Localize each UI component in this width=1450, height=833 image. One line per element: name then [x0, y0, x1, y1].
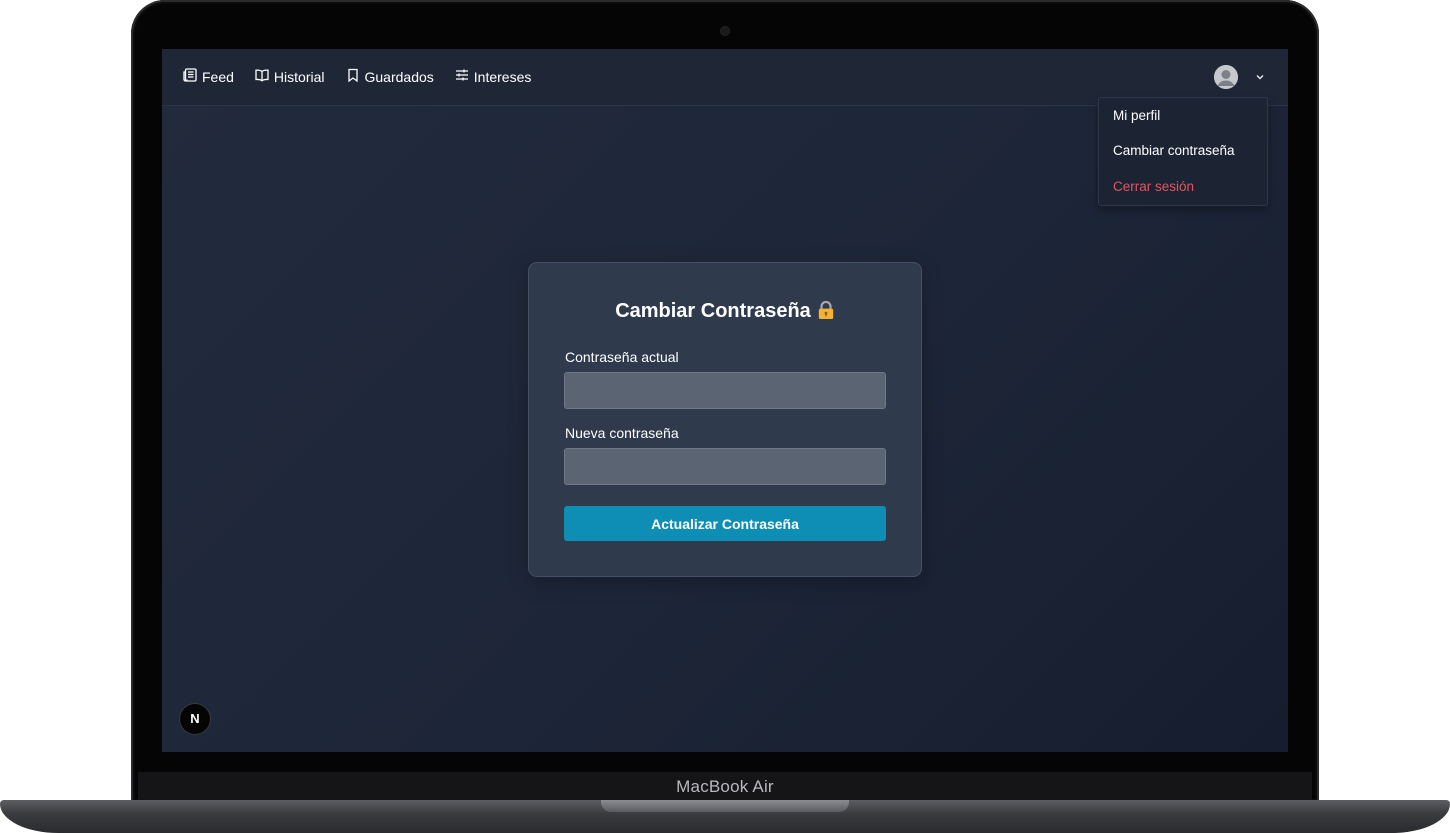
nav-item-label: Historial — [273, 68, 325, 85]
chevron-down-icon[interactable] — [1254, 70, 1266, 82]
user-menu-dropdown: Mi perfil Cambiar contraseña Cerrar sesi… — [1098, 97, 1268, 206]
newspaper-icon — [182, 67, 198, 86]
nav-item-guardados[interactable]: Guardados — [345, 67, 434, 86]
menu-item-change-password[interactable]: Cambiar contraseña — [1113, 143, 1235, 158]
form-title-row: Cambiar Contraseña — [529, 300, 921, 326]
nav-links: Feed Historial Guardados Intereses — [182, 67, 531, 86]
webcam-icon — [721, 27, 729, 35]
nav-item-historial[interactable]: Historial — [254, 67, 325, 86]
user-avatar-icon[interactable] — [1214, 65, 1238, 89]
nav-item-feed[interactable]: Feed — [182, 67, 234, 86]
current-password-input[interactable] — [564, 372, 886, 409]
device-label: MacBook Air — [676, 777, 774, 796]
laptop-notch — [601, 800, 849, 812]
page-title: Cambiar Contraseña — [615, 300, 811, 322]
book-open-icon — [254, 67, 270, 86]
menu-item-logout[interactable]: Cerrar sesión — [1113, 179, 1194, 194]
new-password-input[interactable] — [564, 448, 886, 485]
app-screen: Feed Historial Guardados Intereses Mi pe… — [162, 49, 1288, 752]
bookmark-icon — [345, 67, 361, 86]
current-password-label: Contraseña actual — [565, 349, 679, 365]
change-password-card: Cambiar Contraseña Contraseña actual Nue… — [528, 262, 922, 577]
nav-item-label: Feed — [202, 68, 234, 85]
dev-tools-badge[interactable]: N — [180, 704, 210, 734]
update-password-button[interactable]: Actualizar Contraseña — [564, 506, 886, 541]
nav-item-label: Guardados — [364, 68, 434, 85]
dev-badge-label: N — [190, 711, 200, 726]
new-password-label: Nueva contraseña — [565, 425, 679, 441]
lock-icon — [817, 300, 835, 326]
nav-item-intereses[interactable]: Intereses — [454, 67, 532, 86]
sliders-icon — [454, 67, 470, 86]
menu-item-profile[interactable]: Mi perfil — [1113, 108, 1160, 123]
nav-item-label: Intereses — [473, 68, 532, 85]
